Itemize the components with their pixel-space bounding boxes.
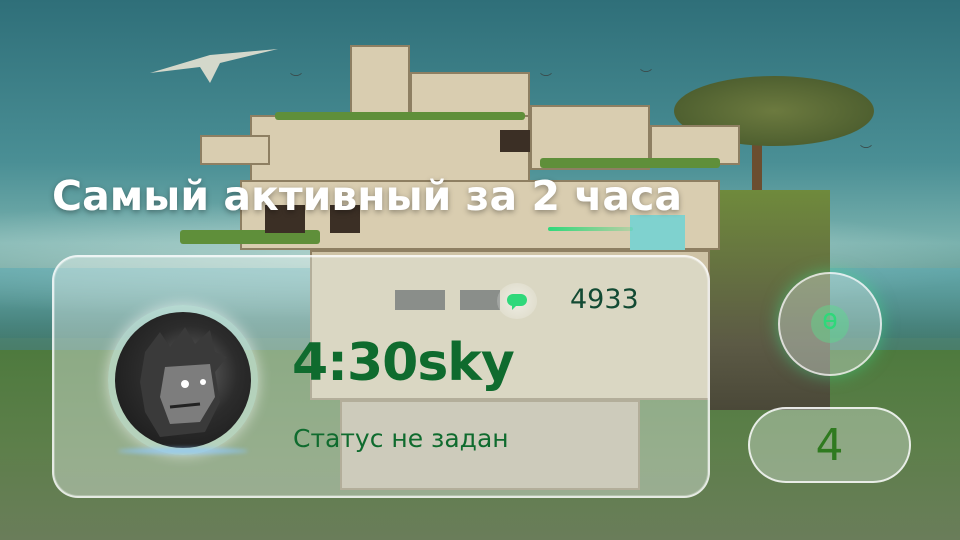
plane-icon: [150, 49, 278, 83]
voice-indicator: [778, 272, 882, 376]
message-icon: [497, 283, 537, 319]
bird-icon: ︶: [640, 68, 653, 82]
bird-icon: ︶: [540, 72, 553, 86]
grass-roof: [275, 112, 525, 120]
building-balcony: [200, 135, 270, 165]
bird-icon: ︶: [860, 144, 873, 158]
avatar-glow: [118, 448, 248, 454]
window: [500, 130, 530, 152]
bird-icon: ︶: [290, 72, 303, 86]
building-tower: [350, 45, 410, 115]
leaderboard-title: Самый активный за 2 часа: [52, 172, 683, 220]
player-nickname: 4:30sky: [292, 333, 515, 393]
avatar: [115, 312, 251, 448]
avatar-image: [140, 327, 227, 437]
window-glass: [630, 215, 685, 250]
rank-badge: 4: [748, 407, 911, 483]
grass-ledge: [540, 158, 720, 168]
player-status: Статус не задан: [293, 424, 509, 453]
title-accent-line: [548, 227, 633, 231]
player-rank: 4: [815, 419, 844, 471]
microphone-icon: [811, 305, 849, 343]
player-score: 4933: [570, 284, 639, 315]
